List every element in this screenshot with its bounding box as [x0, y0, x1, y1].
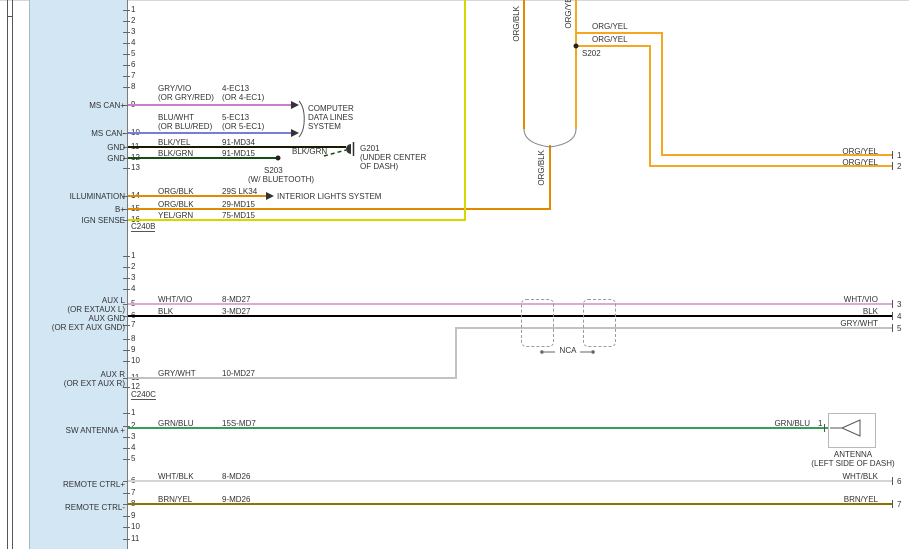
orange-merge-brace	[524, 129, 576, 147]
interior-lights-arrow-icon	[266, 192, 274, 200]
s202-splice-dot-icon	[574, 44, 579, 49]
nca-left-dot-icon	[540, 350, 544, 354]
nca-right-dot-icon	[591, 350, 595, 354]
ms-can-minus-arrow-icon	[291, 129, 299, 137]
g201-ground-icon	[346, 144, 351, 154]
wiring-diagram-canvas: 12345678910111213141516 123456789101112 …	[0, 0, 909, 549]
computer-system-bracket	[299, 101, 304, 137]
diagram-symbols	[0, 0, 909, 549]
gnd-splice-dashed-wire	[324, 150, 346, 156]
ms-can-plus-arrow-icon	[291, 101, 299, 109]
s203-splice-dot-icon	[276, 156, 281, 161]
antenna-icon	[842, 420, 860, 436]
